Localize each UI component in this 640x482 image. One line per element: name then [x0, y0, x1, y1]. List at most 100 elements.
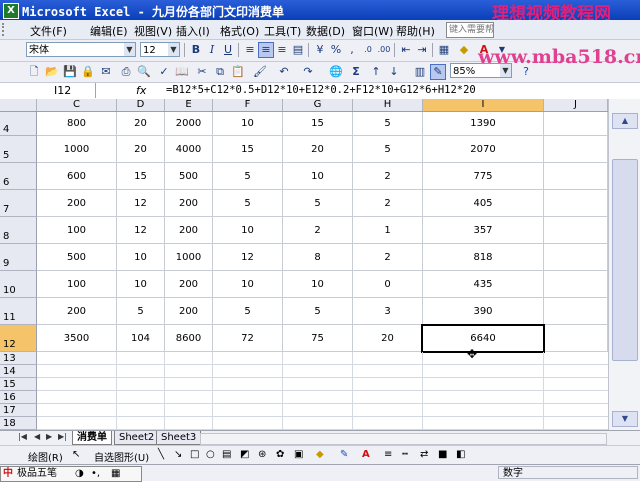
- table-cell[interactable]: 200: [165, 190, 213, 217]
- increase-decimal-icon[interactable]: .0: [360, 42, 376, 58]
- column-header-d[interactable]: D: [117, 99, 165, 111]
- table-cell[interactable]: 5: [283, 298, 353, 325]
- merge-center-icon[interactable]: ▤: [290, 42, 306, 58]
- table-cell[interactable]: 10: [117, 244, 165, 271]
- table-cell[interactable]: 200: [165, 298, 213, 325]
- fill-color-icon[interactable]: ◆: [316, 449, 324, 460]
- spelling-icon[interactable]: ✓: [156, 64, 172, 80]
- autosum-button[interactable]: Σ: [348, 64, 364, 80]
- table-cell[interactable]: 10: [283, 163, 353, 190]
- table-cell[interactable]: [544, 190, 608, 217]
- select-objects-icon[interactable]: ↖: [72, 449, 80, 460]
- prev-sheet-icon[interactable]: ◀: [34, 432, 40, 441]
- email-icon[interactable]: ✉: [98, 64, 114, 80]
- table-cell[interactable]: 0: [353, 271, 423, 298]
- chevron-down-icon[interactable]: ▼: [124, 43, 135, 56]
- table-cell[interactable]: 775: [423, 163, 544, 190]
- redo-icon[interactable]: ↷: [300, 64, 316, 80]
- row-header[interactable]: 17: [0, 404, 37, 417]
- table-cell[interactable]: 20: [353, 325, 423, 352]
- table-cell[interactable]: 20: [283, 136, 353, 163]
- sheet-tab-active[interactable]: 消费单: [72, 431, 112, 445]
- column-header-c[interactable]: C: [37, 99, 117, 111]
- table-cell[interactable]: 2: [353, 163, 423, 190]
- table-cell[interactable]: 100: [37, 271, 117, 298]
- last-sheet-icon[interactable]: ▶|: [58, 432, 67, 441]
- row-header[interactable]: 8: [0, 217, 37, 244]
- new-icon[interactable]: 🗋: [26, 64, 42, 80]
- menu-file[interactable]: 文件(F): [30, 23, 67, 39]
- row-header[interactable]: 5: [0, 136, 37, 163]
- shadow-icon[interactable]: ■: [438, 449, 447, 460]
- print-preview-icon[interactable]: 🔍: [136, 64, 152, 80]
- table-cell[interactable]: 5: [283, 190, 353, 217]
- table-cell[interactable]: 200: [37, 190, 117, 217]
- soft-keyboard-icon[interactable]: ▦: [111, 467, 120, 481]
- table-cell[interactable]: 10: [213, 271, 283, 298]
- menu-help[interactable]: 帮助(H): [396, 23, 435, 39]
- print-icon[interactable]: ⎙: [118, 64, 134, 80]
- menu-window[interactable]: 窗口(W): [352, 23, 393, 39]
- paste-icon[interactable]: 📋: [230, 64, 246, 80]
- chevron-down-icon[interactable]: ▼: [168, 43, 179, 56]
- percent-button[interactable]: %: [328, 42, 344, 58]
- table-cell[interactable]: [544, 163, 608, 190]
- table-cell[interactable]: 15: [283, 112, 353, 136]
- horizontal-scrollbar[interactable]: [200, 433, 607, 445]
- table-cell[interactable]: 4000: [165, 136, 213, 163]
- research-icon[interactable]: 📖: [174, 64, 190, 80]
- table-cell[interactable]: 1000: [37, 136, 117, 163]
- table-cell[interactable]: 10: [213, 217, 283, 244]
- table-cell[interactable]: [544, 244, 608, 271]
- table-cell[interactable]: 10: [213, 112, 283, 136]
- first-sheet-icon[interactable]: |◀: [18, 432, 27, 441]
- row-header[interactable]: 11: [0, 298, 37, 325]
- table-cell[interactable]: [544, 136, 608, 163]
- table-cell[interactable]: 5: [353, 112, 423, 136]
- align-right-icon[interactable]: ≡: [274, 42, 290, 58]
- row-header[interactable]: 9: [0, 244, 37, 271]
- menu-data[interactable]: 数据(D): [306, 23, 345, 39]
- table-cell[interactable]: 2: [353, 244, 423, 271]
- table-cell[interactable]: [544, 217, 608, 244]
- draw-menu[interactable]: 绘图(R): [28, 449, 63, 464]
- menu-view[interactable]: 视图(V): [134, 23, 172, 39]
- cut-icon[interactable]: ✂: [194, 64, 210, 80]
- column-header-j[interactable]: J: [544, 99, 608, 111]
- table-cell[interactable]: 1390: [423, 112, 544, 136]
- table-cell[interactable]: 200: [37, 298, 117, 325]
- wordart-icon[interactable]: ◩: [240, 449, 249, 460]
- table-cell[interactable]: 5: [213, 190, 283, 217]
- column-header-h[interactable]: H: [353, 99, 423, 111]
- row-header[interactable]: 15: [0, 378, 37, 391]
- table-cell[interactable]: 12: [213, 244, 283, 271]
- halfwidth-icon[interactable]: ◑: [75, 467, 84, 481]
- sort-ascending-icon[interactable]: ↑: [368, 64, 384, 80]
- table-cell[interactable]: 357: [423, 217, 544, 244]
- row-header[interactable]: 18: [0, 417, 37, 430]
- line-color-icon[interactable]: ✎: [340, 449, 348, 460]
- table-cell[interactable]: 5: [213, 163, 283, 190]
- autoshapes-menu[interactable]: 自选图形(U): [94, 449, 149, 464]
- textbox-icon[interactable]: ▤: [222, 449, 231, 460]
- decrease-decimal-icon[interactable]: .00: [376, 42, 392, 58]
- row-header[interactable]: 14: [0, 365, 37, 378]
- next-sheet-icon[interactable]: ▶: [46, 432, 52, 441]
- drawing-toggle-icon[interactable]: ✎: [430, 64, 446, 80]
- table-cell[interactable]: 100: [37, 217, 117, 244]
- select-all-corner[interactable]: [0, 99, 37, 111]
- column-header-i[interactable]: I: [423, 99, 544, 111]
- table-cell[interactable]: [544, 325, 608, 352]
- arrow-icon[interactable]: ↘: [174, 449, 182, 460]
- table-cell[interactable]: 12: [117, 190, 165, 217]
- column-header-e[interactable]: E: [165, 99, 213, 111]
- fill-color-icon[interactable]: ◆: [456, 42, 472, 58]
- undo-icon[interactable]: ↶: [276, 64, 292, 80]
- punctuation-icon[interactable]: •,: [91, 467, 100, 481]
- column-header-f[interactable]: F: [213, 99, 283, 111]
- row-header[interactable]: 12: [0, 325, 37, 352]
- diagram-icon[interactable]: ⊛: [258, 449, 266, 460]
- row-header[interactable]: 13: [0, 352, 37, 365]
- picture-icon[interactable]: ▣: [294, 449, 303, 460]
- table-cell[interactable]: 20: [117, 112, 165, 136]
